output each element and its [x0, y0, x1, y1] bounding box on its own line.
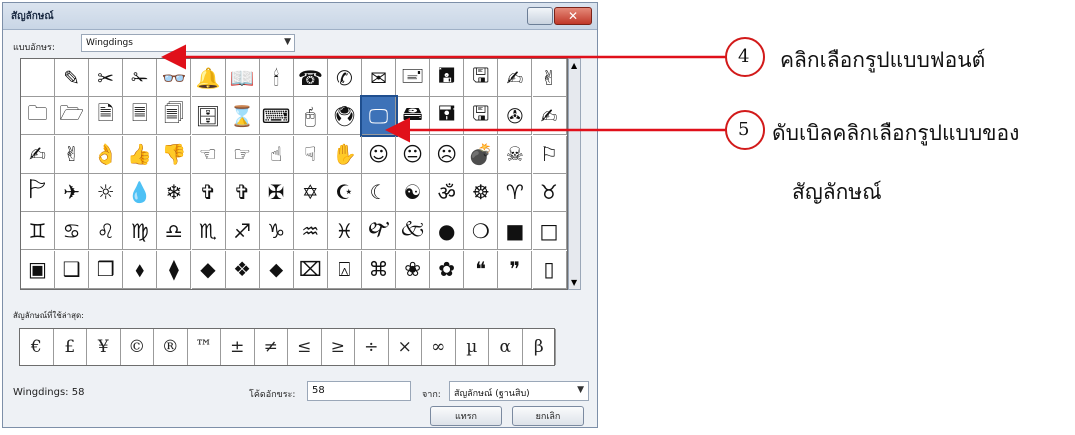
step5-text-line2: สัญลักษณ์ — [792, 180, 882, 204]
step5-number: 5 — [738, 119, 750, 140]
step4-text: คลิกเลือกรูปแบบฟอนต์ — [780, 48, 986, 72]
step4-number: 4 — [738, 46, 750, 67]
step5-text-line1: ดับเบิลคลิกเลือกรูปแบบของ — [772, 121, 1020, 145]
